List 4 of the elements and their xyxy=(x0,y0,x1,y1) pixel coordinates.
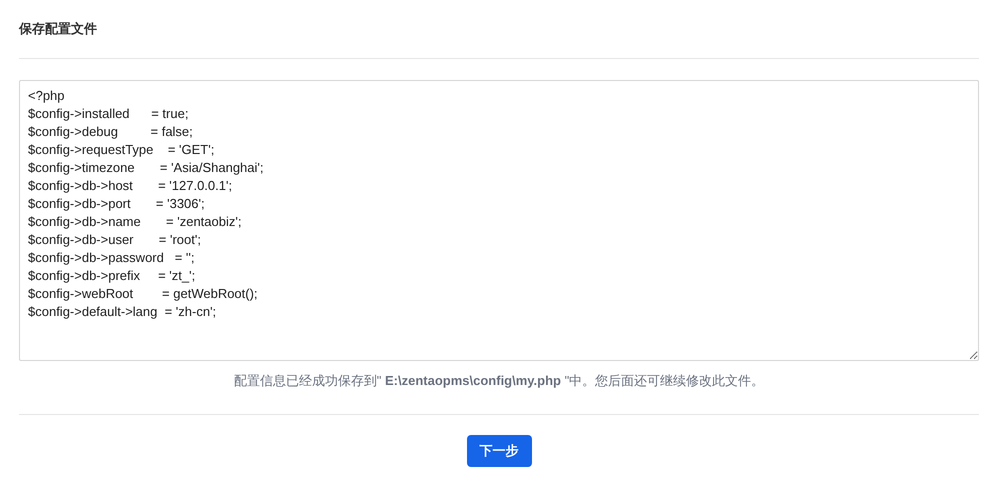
save-message: 配置信息已经成功保存到" E:\zentaopms\config\my.php "中。您后面还可继续修改此文件。 xyxy=(232,372,766,390)
next-step-button[interactable]: 下一步 xyxy=(466,435,532,467)
config-file-textarea[interactable]: <?php $config->installed = true; $config->debug = false; $config->requestType = 'GET'; $config->timezone = 'Asia/Shanghai'; $config->db->host = '127.0.0.1'; $config->db->port = '3306'; $config->db->name = 'zentaobiz'; $config->db->user = 'root'; $config->db->password = ''; $config->db->prefix = 'zt_'; $config->webRoot = getWebRoot(); $config->default->lang = 'zh-cn'; xyxy=(19,80,979,361)
page-title: 保存配置文件 xyxy=(19,20,98,38)
